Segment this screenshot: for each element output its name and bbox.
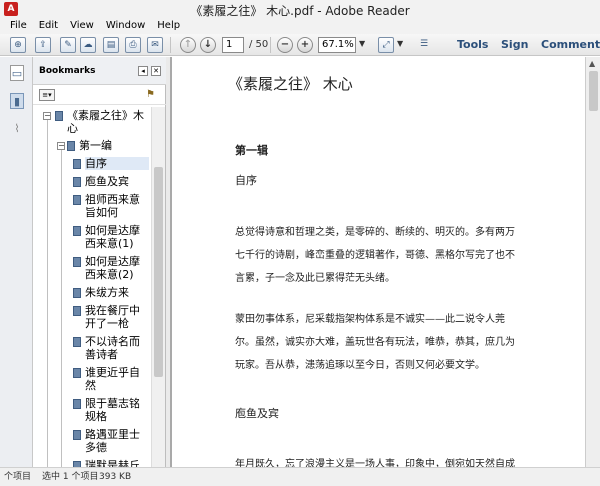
zoom-out-icon[interactable]: − [277,37,293,53]
previous-page-icon[interactable]: ↑ [180,37,196,53]
page-number-input[interactable]: 1 [222,37,244,53]
export-pdf-icon[interactable]: ⇪ [35,37,51,53]
bookmarks-panel-title: Bookmarks [39,66,96,76]
selection-status: 选中 1 个项目 [42,472,99,482]
fit-page-icon[interactable]: ⤢ [378,37,394,53]
tree-guide-line [61,149,62,467]
scroll-up-icon[interactable]: ▲ [589,59,595,68]
bookmark-icon [73,288,81,298]
options-menu-icon[interactable]: ≡▾ [39,89,55,101]
paragraph-line: 总觉得诗意和哲理之类，是零碎的、断续的、明灭的。多有两万 [235,227,515,238]
bookmark-icon [73,226,81,236]
menu-help[interactable]: Help [151,18,186,34]
bookmarks-icon[interactable]: ▮ [10,93,24,109]
file-size: 393 KB [99,472,132,482]
bookmark-icon [73,159,81,169]
bookmark-icon [73,257,81,267]
expand-bookmark-icon[interactable]: ⚑ [146,89,155,100]
collapse-toggle-icon[interactable]: − [57,142,65,150]
bookmark-icon [55,111,63,121]
menu-edit[interactable]: Edit [33,18,64,34]
paragraph-line: 尔。虽然，诚实亦大难，盖玩世各有玩法，唯恭，恭其，庶几为 [235,337,515,348]
status-bar: 个项目 选中 1 个项目 393 KB [0,467,600,486]
panel-close-icon[interactable]: ✕ [151,66,161,76]
menu-view[interactable]: View [64,18,100,34]
bookmarks-panel: Bookmarks ◂ ✕ ≡▾ ⚑ − 《素履之往》木心 − 第一编 自序 庖… [33,57,166,467]
upload-icon[interactable]: ☁ [80,37,96,53]
bookmarks-tree: − 《素履之往》木心 − 第一编 自序 庖鱼及宾 祖师西来意旨如何 如何是达摩西… [33,107,151,467]
document-scrollbar[interactable]: ▲ [585,57,600,467]
print-icon[interactable]: ⎙ [125,37,141,53]
scrollbar-thumb[interactable] [589,71,598,111]
title-bar: A 《素履之往》 木心.pdf - Adobe Reader [0,0,600,18]
email-icon[interactable]: ✉ [147,37,163,53]
page-thumbnails-icon[interactable]: ▭ [10,65,24,81]
bookmark-icon [73,368,81,378]
paragraph-line: 七千行的诗剧，峰峦重叠的逻辑著作，哥德、黑格尔写完了也不 [235,250,515,261]
navigation-strip: ▭ ▮ ⌇ [0,57,33,467]
paragraph-line: 言累，子一念及此已累得茫无头绪。 [235,273,395,284]
toolbar-separator [170,37,171,53]
comment-bubble-icon[interactable]: ☰ [416,37,432,53]
menu-bar: File Edit View Window Help [0,18,600,34]
bookmark-icon [73,177,81,187]
tools-button[interactable]: Tools [457,38,488,51]
attachments-icon[interactable]: ⌇ [10,121,24,137]
zoom-in-icon[interactable]: + [297,37,313,53]
bookmarks-scrollbar[interactable] [151,107,165,467]
scrollbar-thumb[interactable] [154,167,163,377]
bookmark-icon [73,430,81,440]
next-page-icon[interactable]: ↓ [200,37,216,53]
bookmark-icon [73,306,81,316]
paragraph-line: 玩家。吾从恭，漶荡追琢以至今日，否则又何必要文学。 [235,360,485,371]
chevron-down-icon[interactable]: ▼ [359,39,365,48]
bookmarks-options-bar: ≡▾ ⚑ [33,85,166,105]
pdf-page: 《素履之往》 木心 第一辑 自序 总觉得诗意和哲理之类，是零碎的、断续的、明灭的… [172,57,585,467]
collapse-toggle-icon[interactable]: − [43,112,51,120]
comment-button[interactable]: Comment [541,38,600,51]
section-title: 自序 [235,174,257,187]
bookmark-icon [73,195,81,205]
bookmark-icon [73,399,81,409]
window-title: 《素履之往》 木心.pdf - Adobe Reader [190,4,410,18]
section-title: 庖鱼及宾 [235,407,279,420]
edit-pdf-icon[interactable]: ✎ [60,37,76,53]
menu-file[interactable]: File [0,18,33,34]
bookmark-icon [73,337,81,347]
document-heading: 《素履之往》 木心 [228,75,353,93]
toolbar: ⊕ ⇪ ✎ ☁ ▤ ⎙ ✉ ↑ ↓ 1 / 50 − + 67.1% ▼ ⤢ ▼… [0,34,600,56]
chevron-down-icon[interactable]: ▼ [397,39,403,48]
paragraph-line: 年月既久，忘了浪漫主义是一场人事，印象中，倒宛如天然自成 [235,459,515,467]
page-total: / 50 [249,39,269,50]
item-count: 个项目 [4,472,32,482]
sign-button[interactable]: Sign [501,38,528,51]
tree-guide-line [47,119,48,467]
save-icon[interactable]: ▤ [103,37,119,53]
paragraph-line: 蒙田勿事体系，尼采载指架构体系是不诚实——此二说令人莞 [235,314,505,325]
bookmark-icon [67,141,75,151]
bookmarks-panel-header: Bookmarks ◂ ✕ [33,57,166,85]
document-area: 《素履之往》 木心 第一辑 自序 总觉得诗意和哲理之类，是零碎的、断续的、明灭的… [170,57,600,467]
zoom-level-input[interactable]: 67.1% [318,37,356,53]
part-title: 第一辑 [235,144,268,157]
create-pdf-icon[interactable]: ⊕ [10,37,26,53]
toolbar-separator [270,37,271,53]
panel-collapse-icon[interactable]: ◂ [138,66,148,76]
menu-window[interactable]: Window [100,18,151,34]
